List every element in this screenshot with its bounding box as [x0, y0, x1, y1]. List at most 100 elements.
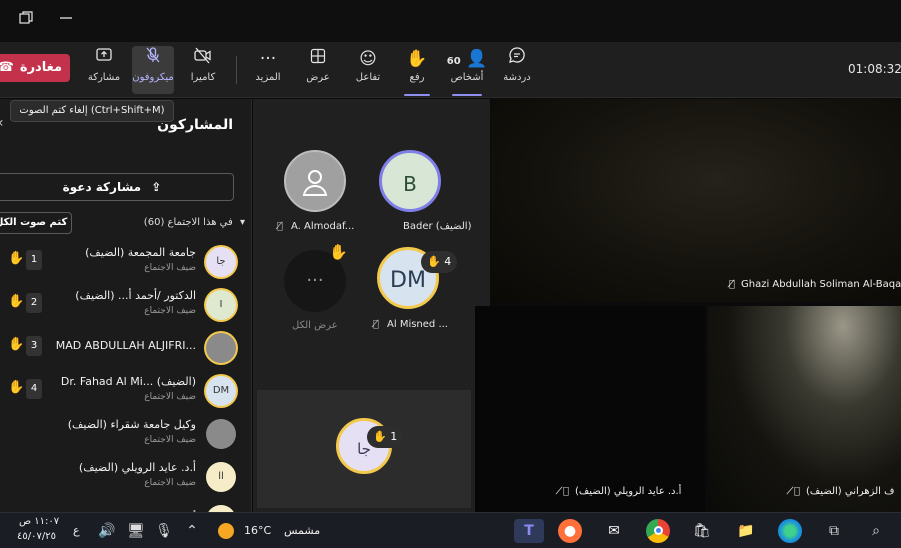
chevron-up-icon[interactable]: ⌃ [180, 519, 204, 543]
mute-all-button[interactable]: كتم صوت الكل [0, 212, 72, 234]
hand-order-badge: 4 [26, 379, 42, 399]
edge-taskbar-icon[interactable] [778, 519, 802, 543]
people-icon: 60 👤 [446, 49, 488, 69]
toolbar-divider [236, 56, 237, 84]
muted-mic-icon: 🎙̸ [563, 486, 570, 497]
hand-icon: ✋ [373, 430, 387, 443]
share-button[interactable]: مشاركة [84, 46, 124, 94]
self-hand-badge: ✋ 1 [367, 426, 404, 448]
hand-order-badge: 3 [26, 336, 42, 356]
camera-off-icon [184, 46, 222, 72]
participant-row[interactable]: DM Dr. Fahad Al Mi... (الضيف) ضيف الاجتماع… [0, 370, 251, 412]
participant-row[interactable]: I الدكتور /أحمد أ... (الضيف) ضيف الاجتماع ✋… [0, 284, 251, 326]
weather-label: مشمس [284, 524, 321, 537]
zahrani-name: ف الزهراني (الضيف) [806, 486, 895, 497]
file-explorer-taskbar-icon[interactable]: 📁 [734, 519, 758, 543]
chat-label: دردشة [503, 72, 531, 83]
people-label: أشخاص [450, 72, 484, 83]
speaker-icon[interactable]: 🔊 [95, 519, 119, 543]
teams-taskbar-icon[interactable]: T [514, 519, 544, 543]
chrome-taskbar-icon[interactable] [646, 519, 670, 543]
self-hand-count: 1 [390, 430, 398, 443]
ghazi-label-row: 🎙̸ Ghazi Abdullah Soliman Al-Baqawi [729, 279, 901, 290]
participant-name: Dr. Fahad Al Mi... (الضيف) [60, 375, 196, 388]
teams-meeting-window: ☎ مغادرة مشاركة ميكروفون كاميرا ··· المزي… [0, 0, 901, 548]
people-count: 60 [446, 56, 461, 67]
participant-role: ضيف الاجتماع [144, 392, 196, 402]
self-view-tile: جا ✋ 1 [257, 390, 471, 508]
camera-button[interactable]: كاميرا [184, 46, 222, 94]
almodaf-row: 🎙̸ A. Almodaf... [277, 221, 354, 232]
in-meeting-label: في هذا الاجتماع (60) [143, 217, 233, 228]
participant-avatar [206, 333, 236, 363]
chevron-down-icon: ▾ [239, 217, 245, 228]
task-view-icon[interactable]: ⧉ [822, 519, 846, 543]
participant-row[interactable]: وكيل جامعة شقراء (الضيف) ضيف الاجتماع [0, 413, 251, 455]
raised-hand-icon: ✋ [8, 380, 25, 395]
participant-row[interactable]: أ.د. ... (الضيف) [0, 499, 251, 512]
video-tile-zahrani[interactable]: 🎙̸ ف الزهراني (الضيف) [708, 306, 901, 512]
react-button[interactable]: ☺ تفاعل [350, 46, 386, 94]
ayed-name: أ.د. عايد الرويلي (الضيف) [575, 486, 682, 497]
zahrani-label-row: 🎙̸ ف الزهراني (الضيف) [794, 486, 894, 497]
participant-avatar: I [206, 290, 236, 320]
bader-initial: B [403, 172, 417, 196]
mail-taskbar-icon[interactable]: ✉ [602, 519, 626, 543]
people-button[interactable]: 60 👤 أشخاص [446, 46, 488, 96]
hand-icon: ✋ [406, 49, 428, 69]
participants-panel: ‹ المشاركون مشاركة دعوة ⇪ كتم صوت الكل ف… [0, 99, 252, 512]
participant-avatar [206, 505, 236, 512]
share-invite-button[interactable]: مشاركة دعوة ⇪ [0, 173, 234, 201]
microphone-tray-icon[interactable]: 🎙 [152, 519, 176, 543]
more-button[interactable]: ··· المزيد [250, 46, 286, 94]
close-panel-icon[interactable]: ‹ [0, 115, 4, 131]
network-icon[interactable]: 🖥 [124, 519, 148, 543]
taskbar-time[interactable]: ١١:٠٧ ص [19, 516, 59, 527]
more-label: المزيد [255, 72, 281, 83]
minimize-window-button[interactable] [55, 10, 77, 32]
participant-row[interactable]: MAD ABDULLAH ALJIFRI... ✋ 3 [0, 327, 251, 369]
search-icon[interactable]: ⌕ [864, 519, 888, 543]
leave-label: مغادرة [19, 60, 62, 75]
chat-button[interactable]: دردشة [498, 46, 536, 94]
restore-window-button[interactable] [15, 10, 37, 32]
bader-avatar[interactable]: B [379, 150, 441, 212]
participant-row[interactable]: جا جامعة المجمعة (الضيف) ضيف الاجتماع ✋ 1 [0, 241, 251, 283]
participant-name: الدكتور /أحمد أ... (الضيف) [75, 289, 196, 302]
firefox-taskbar-icon[interactable]: ● [558, 519, 582, 543]
almodaf-name: A. Almodaf... [291, 221, 355, 232]
taskbar-date[interactable]: ٤٥/٠٧/٢٥ [17, 531, 56, 542]
grid-view-icon [300, 46, 336, 72]
people-active-indicator [452, 94, 482, 96]
in-meeting-header[interactable]: في هذا الاجتماع (60) ▾ [144, 217, 245, 228]
muted-mic-icon: 🎙̸ [373, 319, 380, 330]
minimize-icon [60, 17, 72, 19]
participant-row[interactable]: اا أ.د. عايد الرويلي (الضيف) ضيف الاجتماع [0, 456, 251, 498]
leave-button[interactable]: ☎ مغادرة [0, 54, 70, 82]
ayed-label-row: 🎙̸ أ.د. عايد الرويلي (الضيف) [563, 486, 681, 497]
participant-avatar: جا [206, 247, 236, 277]
microphone-button[interactable]: ميكروفون [132, 46, 174, 94]
video-tile-ghazi[interactable]: 🎙̸ Ghazi Abdullah Soliman Al-Baqawi [491, 99, 901, 302]
weather-sun-icon[interactable] [214, 519, 238, 543]
video-tile-ayed[interactable]: 🎙̸ أ.د. عايد الرويلي (الضيف) [475, 306, 705, 512]
participant-avatar: DM [206, 376, 236, 406]
weather-temp: 16°C [244, 524, 272, 537]
view-button[interactable]: عرض [300, 46, 336, 94]
chat-icon [498, 46, 536, 72]
ellipsis-icon: ··· [306, 270, 324, 291]
share-invite-label: مشاركة دعوة [62, 180, 142, 194]
share-tray-icon [84, 46, 124, 72]
hand-order-badge: 2 [26, 293, 42, 313]
store-taskbar-icon[interactable]: 🛍 [690, 519, 714, 543]
microphone-off-icon [132, 46, 174, 72]
participant-name: وكيل جامعة شقراء (الضيف) [67, 418, 196, 431]
restore-icon [19, 11, 33, 24]
almodaf-avatar[interactable] [284, 150, 346, 212]
language-indicator[interactable]: ع [73, 524, 80, 537]
meeting-toolbar: ☎ مغادرة مشاركة ميكروفون كاميرا ··· المزي… [0, 42, 901, 98]
raise-hand-button[interactable]: ✋ رفع [398, 46, 436, 96]
participant-name: أ.د. عايد الرويلي (الضيف) [78, 461, 196, 474]
ellipsis-icon: ··· [259, 49, 277, 69]
hand-icon: ✋ [329, 243, 348, 261]
